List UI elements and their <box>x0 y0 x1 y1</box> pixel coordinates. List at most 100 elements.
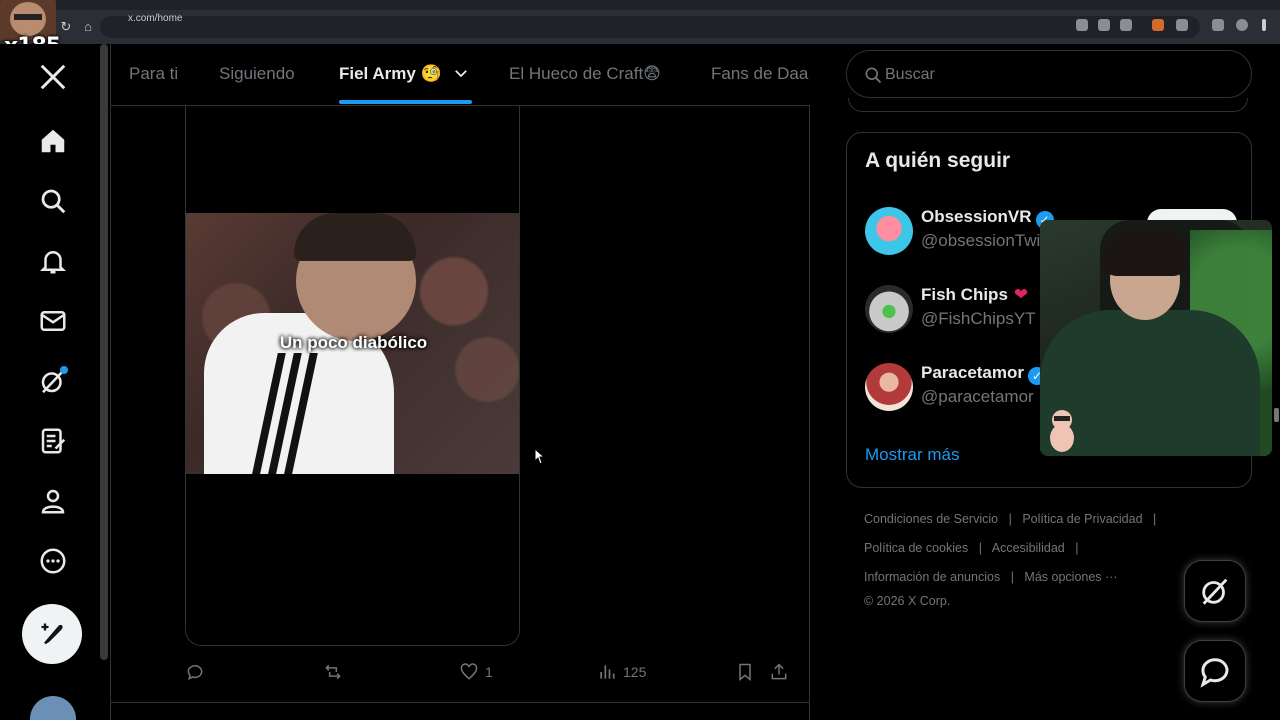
compose-post-button[interactable] <box>22 604 82 664</box>
timeline-tabs: Para ti Siguiendo Fiel Army 🧐 El Hueco d… <box>111 44 810 106</box>
browser-toolbar: ↻ ⌂ <box>0 10 1280 44</box>
views-button[interactable]: 125 <box>597 662 646 682</box>
media-controls-icon[interactable] <box>1212 19 1224 31</box>
tab-hueco-de-craft[interactable]: El Hueco de Craft😨 <box>509 64 661 84</box>
account-name[interactable]: Fish Chips ❤ <box>921 285 1028 305</box>
video-caption: Un poco diabólico <box>279 333 428 352</box>
active-tab-indicator <box>339 100 472 104</box>
views-chart-icon <box>600 665 615 679</box>
account-handle[interactable]: @obsessionTwi <box>921 231 1040 251</box>
avatar[interactable] <box>865 363 913 411</box>
address-bar[interactable] <box>100 16 1200 38</box>
footer-row: Información de anuncios | Más opciones ·… <box>864 570 1118 584</box>
messages-envelope-icon[interactable] <box>36 304 70 338</box>
privacy-link[interactable]: Política de Privacidad <box>1022 512 1142 526</box>
profile-nav-icon[interactable] <box>36 484 70 518</box>
url-text[interactable]: x.com/home <box>128 13 182 24</box>
avatar[interactable] <box>865 285 913 333</box>
reply-button[interactable] <box>185 662 205 682</box>
like-button[interactable]: 1 <box>459 662 493 682</box>
account-handle[interactable]: @FishChipsYT <box>921 309 1036 329</box>
feather-plus-icon <box>41 623 63 645</box>
notifications-bell-icon[interactable] <box>36 244 70 278</box>
avatar[interactable] <box>865 207 913 255</box>
footer-separator: | <box>1153 512 1157 526</box>
sidebar-scrollbar[interactable] <box>100 44 108 660</box>
heart-icon <box>460 663 478 680</box>
mouse-cursor-icon <box>534 448 546 465</box>
zoom-icon[interactable] <box>1098 19 1110 31</box>
bookmark-button[interactable] <box>735 662 755 682</box>
extension-icon[interactable] <box>1152 19 1164 31</box>
reply-bubble-icon <box>187 665 203 681</box>
messages-drawer-button[interactable] <box>1184 640 1246 702</box>
home-icon[interactable]: ⌂ <box>80 19 96 35</box>
account-name-text: Fish Chips <box>921 285 1008 304</box>
extensions-puzzle-icon[interactable] <box>1176 19 1188 31</box>
footer-separator: | <box>1075 541 1079 555</box>
webcam-person-hair <box>1102 228 1188 276</box>
explore-search-icon[interactable] <box>36 184 70 218</box>
cookies-link[interactable]: Política de cookies <box>864 541 968 555</box>
share-button[interactable] <box>769 662 789 682</box>
post-divider <box>111 702 810 703</box>
search-input[interactable]: Buscar <box>846 50 1252 98</box>
repost-icon <box>325 664 341 680</box>
x-logo-icon[interactable] <box>36 60 70 94</box>
tab-fans-de-daa[interactable]: Fans de Daa <box>711 64 808 84</box>
more-options-link[interactable]: Más opciones ··· <box>1024 570 1117 584</box>
left-sidebar <box>0 44 100 720</box>
bookmark-star-icon[interactable] <box>1120 19 1132 31</box>
account-name[interactable]: Paracetamor ✓ <box>921 363 1047 385</box>
copyright-text: © 2026 X Corp. <box>864 594 951 608</box>
search-icon <box>865 67 882 84</box>
who-to-follow-title: A quién seguir <box>865 149 1011 172</box>
bookmark-icon <box>739 663 751 682</box>
grok-button[interactable] <box>1184 560 1246 622</box>
page-scrollbar[interactable] <box>1274 408 1279 422</box>
terms-link[interactable]: Condiciones de Servicio <box>864 512 998 526</box>
chevron-down-icon[interactable] <box>452 64 470 82</box>
footer-separator: | <box>978 541 982 555</box>
repost-button[interactable] <box>323 662 343 682</box>
view-count: 125 <box>623 664 647 680</box>
footer-row: Política de cookies | Accesibilidad | <box>864 541 1085 555</box>
profile-icon[interactable] <box>1236 19 1248 31</box>
grok-icon <box>1202 578 1228 605</box>
screen: ↻ ⌂ x.com/home x185 <box>0 0 1280 720</box>
share-upload-icon <box>771 663 787 680</box>
account-name-text: ObsessionVR <box>921 207 1032 226</box>
footer-row: Condiciones de Servicio | Política de Pr… <box>864 512 1163 526</box>
tab-fiel-army-label: Fiel Army 🧐 <box>339 64 442 83</box>
account-name[interactable]: ObsessionVR✓ <box>921 207 1054 229</box>
account-name-text: Paracetamor <box>921 363 1025 382</box>
red-chili-emoji-icon: ❤ <box>1013 285 1029 304</box>
account-avatar[interactable] <box>30 696 76 720</box>
more-options-icon[interactable] <box>36 544 70 578</box>
notification-dot <box>60 366 68 374</box>
account-handle[interactable]: @paracetamor <box>921 387 1034 407</box>
lists-icon[interactable] <box>36 424 70 458</box>
chat-bubble-icon <box>1200 658 1229 688</box>
tab-siguiendo[interactable]: Siguiendo <box>219 64 295 84</box>
browser-tab-strip <box>0 0 1280 10</box>
tab-fiel-army[interactable]: Fiel Army 🧐 <box>339 64 470 84</box>
show-more-link[interactable]: Mostrar más <box>865 445 959 465</box>
footer-separator: | <box>1010 570 1014 584</box>
like-count: 1 <box>485 664 493 680</box>
previous-card-edge <box>848 98 1248 112</box>
post-media-card[interactable]: Un poco diabólico <box>185 106 520 646</box>
footer-separator: | <box>1008 512 1012 526</box>
search-placeholder: Buscar <box>885 66 935 83</box>
reload-icon[interactable]: ↻ <box>58 19 74 35</box>
install-app-icon[interactable] <box>1076 19 1088 31</box>
ads-info-link[interactable]: Información de anuncios <box>864 570 1000 584</box>
home-nav-icon[interactable] <box>36 124 70 158</box>
grok-nav-icon[interactable] <box>36 364 70 398</box>
emote-glasses <box>14 14 42 20</box>
browser-menu-icon[interactable] <box>1262 19 1266 31</box>
post-actions: 1 125 <box>185 662 795 686</box>
post-video[interactable]: Un poco diabólico <box>186 213 519 474</box>
tab-para-ti[interactable]: Para ti <box>129 64 178 84</box>
accessibility-link[interactable]: Accesibilidad <box>992 541 1065 555</box>
